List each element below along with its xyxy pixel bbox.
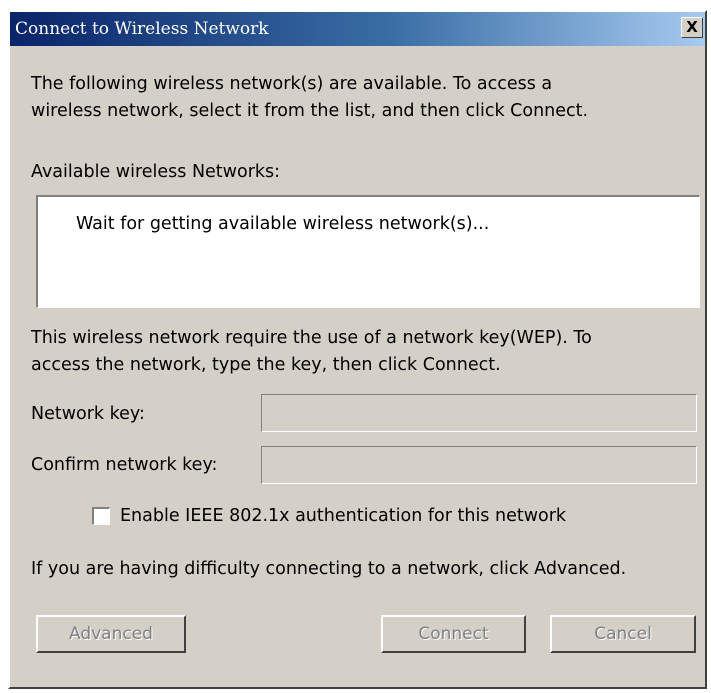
ieee8021x-label[interactable]: Enable IEEE 802.1x authentication for th… <box>120 503 566 529</box>
network-list[interactable]: Wait for getting available wireless netw… <box>36 195 700 308</box>
cancel-button-label: Cancel <box>594 624 652 644</box>
key-info-line-2: access the network, type the key, then c… <box>31 355 501 375</box>
advanced-button[interactable]: Advanced <box>36 615 186 653</box>
advanced-hint: If you are having difficulty connecting … <box>31 559 627 579</box>
title-bar[interactable]: Connect to Wireless Network X <box>10 12 705 46</box>
network-key-field[interactable] <box>261 394 697 432</box>
connect-wireless-dialog: Connect to Wireless Network X The follow… <box>8 10 707 689</box>
intro-line-1: The following wireless network(s) are av… <box>31 74 553 94</box>
network-key-label: Network key: <box>31 404 145 424</box>
confirm-key-label: Confirm network key: <box>31 455 218 475</box>
connect-button-label: Connect <box>418 624 489 644</box>
ieee8021x-checkbox[interactable] <box>92 507 110 525</box>
advanced-button-label: Advanced <box>69 624 153 644</box>
cancel-button[interactable]: Cancel <box>550 615 696 653</box>
intro-line-2: wireless network, select it from the lis… <box>31 101 589 121</box>
confirm-key-field[interactable] <box>261 446 697 484</box>
key-info-line-1: This wireless network require the use of… <box>31 328 592 348</box>
close-button[interactable]: X <box>681 17 703 38</box>
window-title: Connect to Wireless Network <box>15 19 269 39</box>
connect-button[interactable]: Connect <box>381 615 526 653</box>
network-list-status: Wait for getting available wireless netw… <box>76 214 490 234</box>
networks-label: Available wireless Networks: <box>31 162 281 182</box>
close-icon: X <box>686 18 698 36</box>
